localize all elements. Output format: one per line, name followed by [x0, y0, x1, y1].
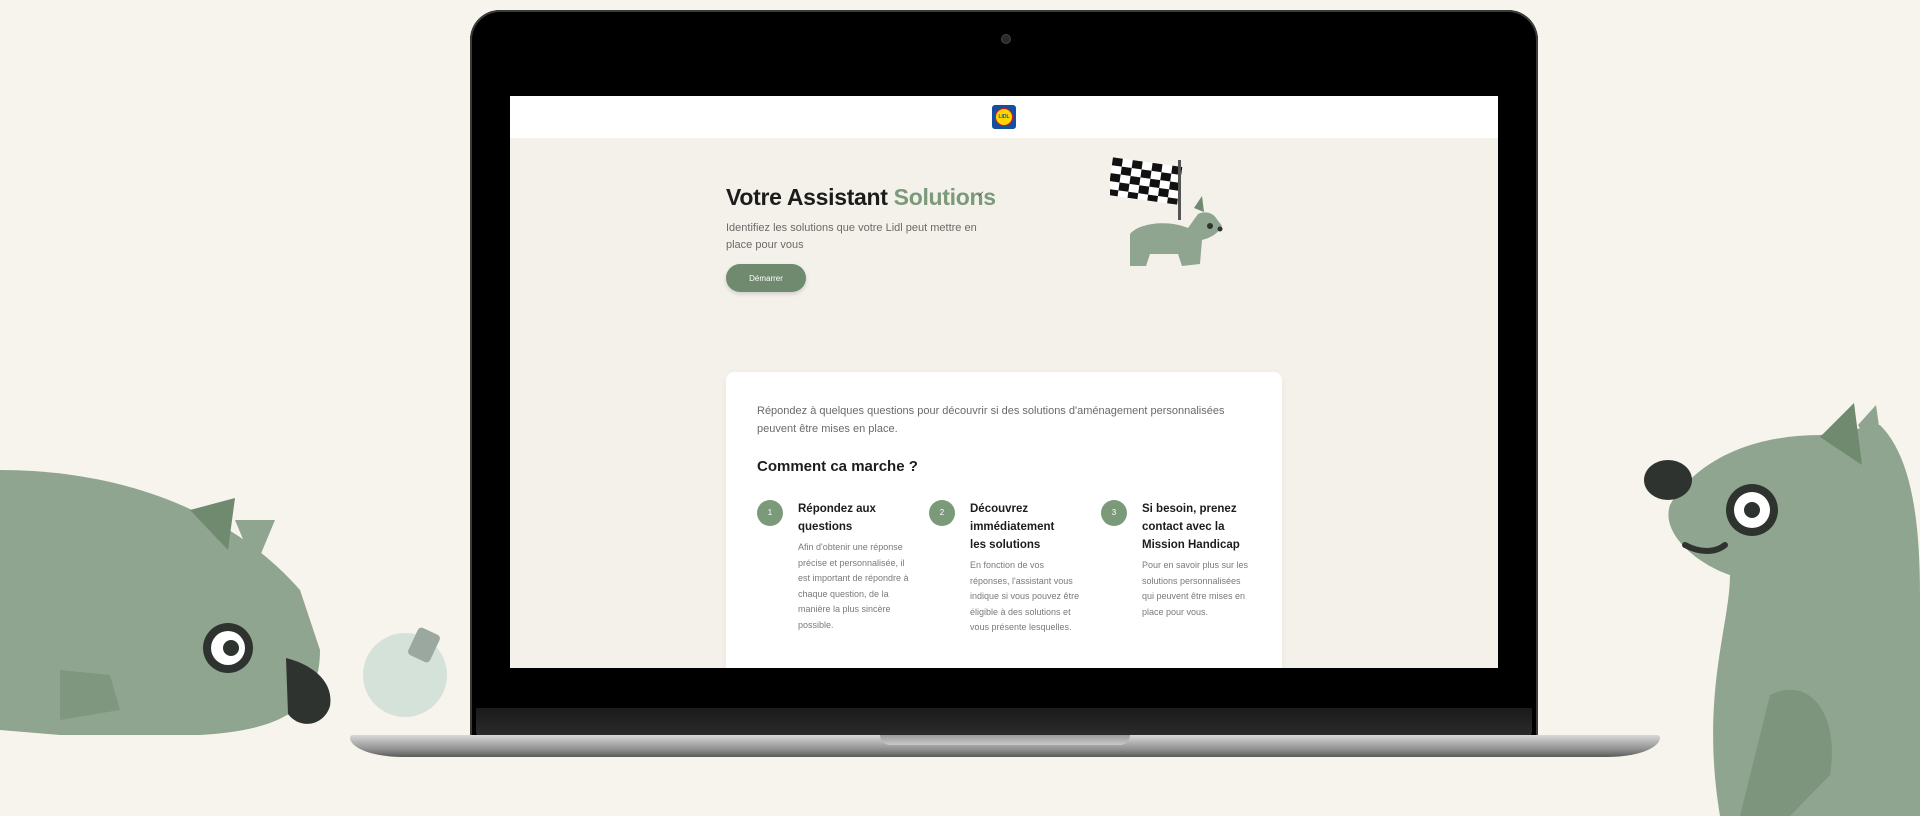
lidl-logo[interactable]: LIDL [992, 105, 1016, 129]
site-header: LIDL [510, 96, 1498, 138]
lidl-logo-text: LIDL [995, 108, 1013, 126]
step-title: Si besoin, prenez contact avec la Missio… [1142, 503, 1240, 551]
start-button[interactable]: Démarrer [726, 264, 806, 292]
how-it-works-title: Comment ca marche ? [757, 458, 918, 475]
laptop-screen: LIDL Votre Assistant Solutions ⸝ Identifi… [510, 96, 1498, 668]
marketing-scene: LIDL Votre Assistant Solutions ⸝ Identifi… [0, 0, 1920, 816]
sparkle-icon: ⸝ [978, 184, 985, 198]
hero-title-main: Votre Assistant [726, 184, 888, 210]
hero-title: Votre Assistant Solutions [726, 184, 996, 211]
step-number-badge: 1 [757, 500, 783, 526]
finish-flag-dog-illustration [1110, 157, 1223, 266]
card-intro-text: Répondez à quelques questions pour décou… [757, 405, 1225, 435]
how-it-works-card: Répondez à quelques questions pour décou… [726, 372, 1282, 668]
step-description: Afin d'obtenir une réponse précise et pe… [798, 542, 909, 630]
checkered-flag-icon [1110, 157, 1183, 220]
step-title: Découvrez immédiatement les solutions [970, 503, 1055, 551]
step-number-badge: 3 [1101, 500, 1127, 526]
step-description: Pour en savoir plus sur les solutions pe… [1142, 560, 1249, 617]
left-dog-illustration [0, 470, 447, 735]
right-dog-illustration [1644, 403, 1920, 816]
step-title: Répondez aux questions [798, 503, 876, 533]
laptop-chin [476, 708, 1532, 736]
webcam-icon [1001, 34, 1011, 44]
hero-subtitle: Identifiez les solutions que votre Lidl … [726, 222, 977, 251]
step-number-badge: 2 [929, 500, 955, 526]
step-description: En fonction de vos réponses, l'assistant… [970, 560, 1080, 632]
laptop-notch [880, 735, 1130, 745]
